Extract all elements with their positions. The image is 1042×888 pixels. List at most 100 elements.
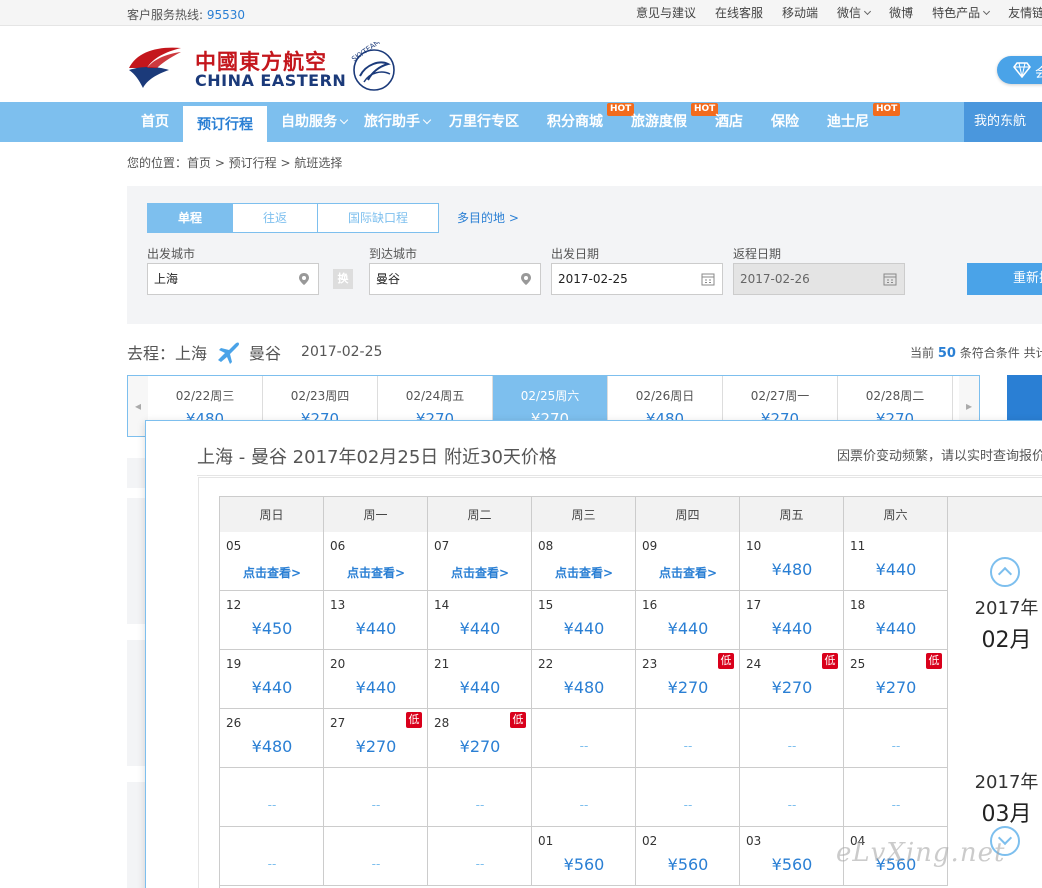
calendar-price: ¥440 — [563, 619, 605, 638]
view-price-link[interactable]: 点击查看> — [532, 564, 636, 581]
calendar-cell[interactable]: 11 ¥440 — [844, 532, 948, 591]
calendar-price: ¥270 — [875, 678, 917, 697]
chevron-down-icon — [339, 115, 349, 125]
my-account-button[interactable]: 我的东航 — [964, 102, 1042, 142]
calendar-cell[interactable]: 10 ¥480 — [740, 532, 844, 591]
no-price-dash: -- — [267, 857, 277, 871]
calendar-cell[interactable]: 27 ¥270 低 — [324, 709, 428, 768]
from-city-field[interactable]: 上海 — [147, 263, 319, 295]
calendar-cell[interactable]: 23 ¥270 低 — [636, 650, 740, 709]
calendar-cell-empty: -- — [740, 709, 844, 768]
calendar-cell[interactable]: 26 ¥480 — [220, 709, 324, 768]
calendar-cell[interactable]: 16 ¥440 — [636, 591, 740, 650]
nav-vacation[interactable]: 旅游度假 — [631, 102, 687, 142]
calendar-day: 06 — [330, 539, 346, 553]
nav-disney[interactable]: 迪士尼 — [827, 102, 869, 142]
calendar-day: 22 — [538, 657, 554, 671]
hotline-label: 客户服务热线: — [127, 8, 204, 22]
calendar-price: ¥440 — [667, 619, 709, 638]
return-date-value: 2017-02-26 — [740, 272, 810, 286]
nav-insurance[interactable]: 保险 — [771, 102, 799, 142]
calendar-cell[interactable]: 25 ¥270 低 — [844, 650, 948, 709]
view-price-link[interactable]: 点击查看> — [220, 564, 324, 581]
top-links: 意见与建议 在线客服 移动端 微信 微博 特色产品 友情链 — [636, 4, 1042, 21]
swap-cities-button[interactable]: 换 — [333, 269, 353, 289]
top-link-feedback[interactable]: 意见与建议 — [636, 4, 696, 21]
lowest-price-badge: 低 — [406, 712, 422, 728]
hot-badge: HOT — [873, 103, 901, 116]
top-link-friends[interactable]: 友情链 — [1008, 4, 1042, 21]
date-strip-date: 02/27周一 — [750, 389, 810, 403]
result-count-prefix: 当前 — [910, 346, 935, 360]
hotline-number[interactable]: 95530 — [207, 8, 245, 22]
calendar-cell[interactable]: 18 ¥440 — [844, 591, 948, 650]
top-link-products[interactable]: 特色产品 — [932, 4, 991, 21]
return-date-field[interactable]: 2017-02-26 — [733, 263, 905, 295]
trip-destination: 曼谷 — [249, 344, 282, 363]
calendar-cell-empty: -- — [324, 827, 428, 886]
calendar-cell[interactable]: 01 ¥560 — [532, 827, 636, 886]
calendar-cell[interactable]: 17 ¥440 — [740, 591, 844, 650]
nav-travel-assistant[interactable]: 旅行助手 — [364, 102, 432, 142]
calendar-cell[interactable]: 05 点击查看> — [220, 532, 324, 591]
top-link-wechat[interactable]: 微信 — [837, 4, 872, 21]
prev-month-button[interactable] — [990, 557, 1020, 587]
popup-title: 上海 - 曼谷 2017年02月25日 附近30天价格 — [197, 447, 557, 468]
tab-one-way[interactable]: 单程 — [148, 204, 233, 232]
calendar-day: 12 — [226, 598, 242, 612]
calendar-cell[interactable]: 02 ¥560 — [636, 827, 740, 886]
calendar-cell[interactable]: 03 ¥560 — [740, 827, 844, 886]
depart-date-field[interactable]: 2017-02-25 — [551, 263, 723, 295]
calendar-cell[interactable]: 09 点击查看> — [636, 532, 740, 591]
to-city-field[interactable]: 曼谷 — [369, 263, 541, 295]
calendar-cell[interactable]: 19 ¥440 — [220, 650, 324, 709]
top-link-online-service[interactable]: 在线客服 — [715, 4, 763, 21]
date-strip-date: 02/22周三 — [175, 389, 235, 403]
view-price-link[interactable]: 点击查看> — [636, 564, 740, 581]
research-button[interactable]: 重新搜索 — [967, 263, 1042, 295]
calendar-price: ¥480 — [563, 678, 605, 697]
calendar-cell[interactable]: 24 ¥270 低 — [740, 650, 844, 709]
calendar-cell[interactable]: 06 点击查看> — [324, 532, 428, 591]
calendar-cell[interactable]: 13 ¥440 — [324, 591, 428, 650]
view-price-link[interactable]: 点击查看> — [428, 564, 532, 581]
date-strip-date: 02/24周五 — [405, 389, 465, 403]
nav-points-mall[interactable]: 积分商城 — [547, 102, 603, 142]
calendar-cell[interactable]: 28 ¥270 低 — [428, 709, 532, 768]
lowest-price-badge: 低 — [510, 712, 526, 728]
tab-round-trip[interactable]: 往返 — [233, 204, 318, 232]
nav-booking[interactable]: 预订行程 — [183, 106, 267, 142]
calendar-day: 15 — [538, 598, 554, 612]
calendar-cell[interactable]: 15 ¥440 — [532, 591, 636, 650]
location-pin-icon — [521, 273, 531, 285]
top-link-mobile[interactable]: 移动端 — [782, 4, 818, 21]
calendar-cell[interactable]: 12 ¥450 — [220, 591, 324, 650]
calendar-price: ¥440 — [459, 619, 501, 638]
view-price-link[interactable]: 点击查看> — [324, 564, 428, 581]
calendar-price: ¥270 — [667, 678, 709, 697]
calendar-cell[interactable]: 21 ¥440 — [428, 650, 532, 709]
china-eastern-logo-icon[interactable] — [127, 44, 183, 90]
top-link-weibo[interactable]: 微博 — [889, 4, 913, 21]
nav-wanlixing[interactable]: 万里行专区 — [449, 102, 519, 142]
calendar-cell[interactable]: 22 ¥480 — [532, 650, 636, 709]
calendar-day: 13 — [330, 598, 346, 612]
member-button[interactable]: 会 — [997, 56, 1042, 84]
calendar-price: ¥440 — [355, 619, 397, 638]
date-strip-date: 02/26周日 — [635, 389, 695, 403]
airplane-icon — [218, 342, 240, 364]
calendar-cell-empty: -- — [220, 827, 324, 886]
calendar-price: ¥450 — [251, 619, 293, 638]
tab-open-jaw[interactable]: 国际缺口程 — [318, 204, 438, 232]
calendar-cell-empty: -- — [844, 768, 948, 827]
nav-home[interactable]: 首页 — [141, 102, 169, 142]
multi-destination-link[interactable]: 多目的地 > — [457, 209, 519, 226]
calendar-icon — [701, 273, 715, 286]
chevron-down-icon — [864, 7, 872, 16]
nav-self-service[interactable]: 自助服务 — [281, 102, 349, 142]
calendar-cell[interactable]: 20 ¥440 — [324, 650, 428, 709]
calendar-cell[interactable]: 07 点击查看> — [428, 532, 532, 591]
nav-hotel[interactable]: 酒店 — [715, 102, 743, 142]
calendar-cell[interactable]: 14 ¥440 — [428, 591, 532, 650]
calendar-cell[interactable]: 08 点击查看> — [532, 532, 636, 591]
